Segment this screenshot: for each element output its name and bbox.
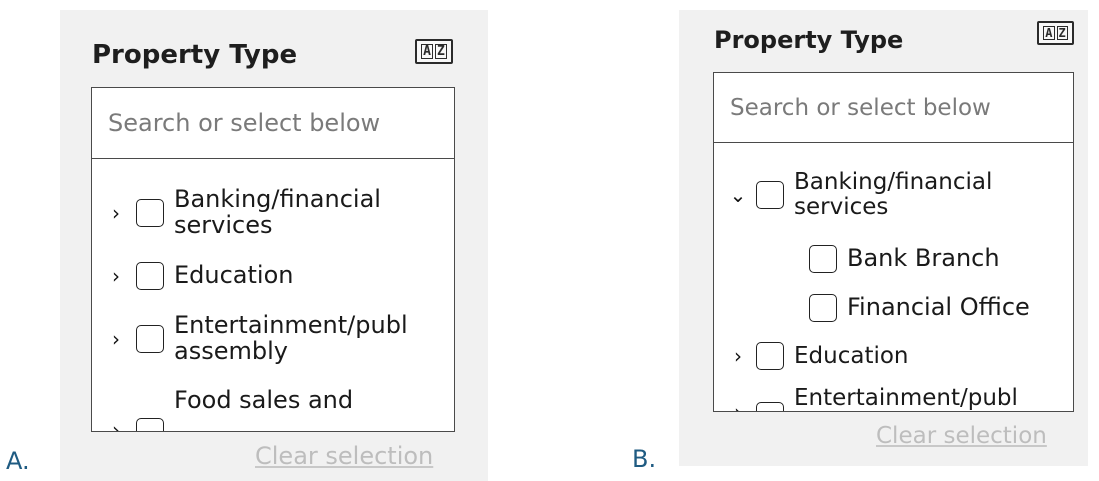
label-line-2: assembly [174, 337, 288, 365]
checkbox[interactable] [136, 262, 164, 290]
chevron-right-icon[interactable]: › [728, 344, 748, 368]
label-line-1: Banking/financial [794, 169, 993, 196]
checkbox[interactable] [756, 342, 784, 370]
az-sort-icon[interactable]: AZ [415, 39, 453, 64]
chevron-right-icon[interactable]: › [106, 327, 126, 351]
search-input[interactable]: Search or select below [714, 73, 1073, 143]
az-sort-icon-z: Z [1056, 26, 1068, 40]
label-line-2: services [794, 194, 889, 220]
tree-item-food-sales[interactable]: › Food sales and [92, 386, 454, 431]
tree-item-label: Bank Branch [847, 244, 1000, 273]
tree-item-education[interactable]: › Education [714, 340, 1073, 372]
search-input[interactable]: Search or select below [92, 88, 454, 159]
chevron-right-icon[interactable]: › [106, 418, 126, 431]
property-type-filter-panel-b: Property Type AZ Search or select below … [679, 10, 1088, 466]
az-sort-icon[interactable]: AZ [1037, 21, 1074, 45]
tree-item-label: Food sales and [174, 386, 354, 414]
tree-item-label: Education [174, 261, 294, 290]
panel-title: Property Type [92, 40, 298, 70]
figure-label-b: B. [632, 445, 657, 473]
tree-item-label: Entertainment/publ assembly [174, 311, 408, 365]
az-sort-icon-z: Z [435, 44, 447, 59]
figure-label-a: A. [6, 447, 30, 475]
tree-item-label: Banking/financial services [174, 185, 381, 239]
tree-item-banking[interactable]: › Banking/financial services [92, 182, 454, 244]
tree-child-bank-branch[interactable]: Bank Branch [714, 243, 1073, 275]
tree-item-education[interactable]: › Education [92, 259, 454, 293]
az-sort-icon-a: A [421, 44, 433, 59]
tree-item-label: Banking/financial services [794, 170, 992, 220]
checkbox[interactable] [756, 402, 784, 411]
label-line-1: Banking/financial [174, 185, 381, 214]
checkbox[interactable] [136, 325, 164, 353]
chevron-right-icon[interactable]: › [728, 400, 748, 411]
checkbox[interactable] [136, 199, 164, 227]
property-type-filter-panel-a: Property Type AZ Search or select below … [60, 10, 488, 481]
az-sort-icon-a: A [1043, 26, 1055, 40]
clear-selection-link[interactable]: Clear selection [255, 442, 433, 470]
property-type-listbox: Search or select below ⌄ Banking/financi… [713, 72, 1074, 412]
panel-title: Property Type [714, 26, 904, 54]
checkbox[interactable] [756, 181, 784, 209]
chevron-right-icon[interactable]: › [106, 201, 126, 225]
checkbox[interactable] [136, 418, 164, 431]
label-line-1: Entertainment/publ [174, 311, 408, 340]
tree-item-label: Financial Office [847, 293, 1030, 322]
checkbox[interactable] [809, 294, 837, 322]
tree-item-entertainment[interactable]: › Entertainment/publ assembly [92, 308, 454, 370]
tree-item-entertainment[interactable]: › Entertainment/publ [714, 385, 1073, 411]
label-line-2: services [174, 211, 273, 239]
tree-item-label: Entertainment/publ [794, 385, 1018, 411]
clear-selection-link[interactable]: Clear selection [876, 423, 1047, 449]
chevron-down-icon[interactable]: ⌄ [728, 183, 748, 207]
tree-item-banking[interactable]: ⌄ Banking/financial services [714, 164, 1073, 226]
property-type-listbox: Search or select below › Banking/financi… [91, 87, 455, 432]
chevron-right-icon[interactable]: › [106, 264, 126, 288]
tree-child-financial-office[interactable]: Financial Office [714, 292, 1073, 324]
checkbox[interactable] [809, 245, 837, 273]
tree-item-label: Education [794, 342, 909, 369]
